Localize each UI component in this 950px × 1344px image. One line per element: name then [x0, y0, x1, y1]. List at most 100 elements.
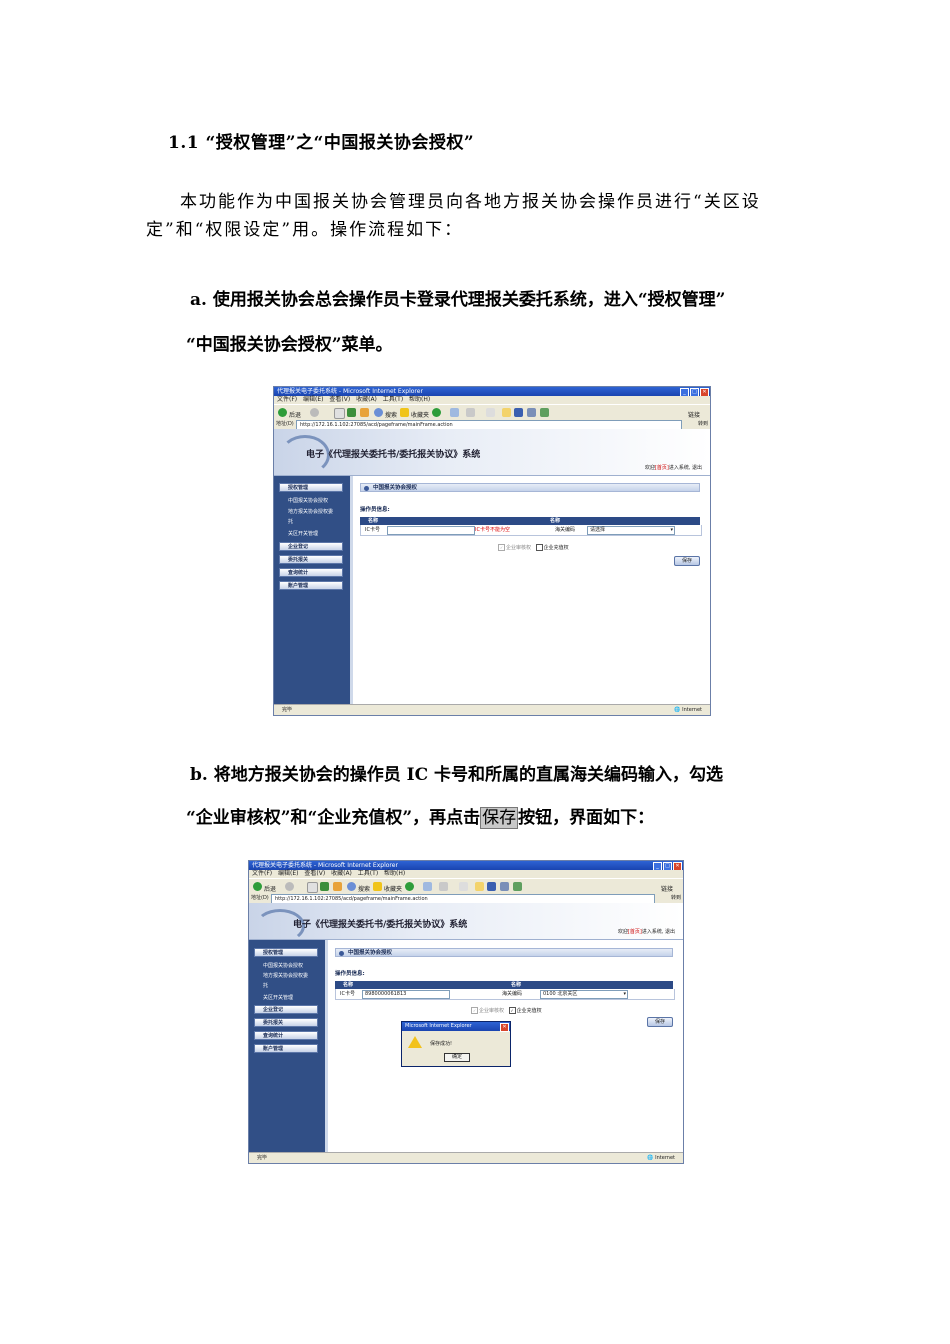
sidebar: 授权管理 中国报关协会授权 地方报关协会授权委 托 关区开关管理 企业登记 委托…	[249, 940, 325, 1153]
dialog-titlebar: Microsoft Internet Explorer ✕	[402, 1022, 510, 1032]
sidebar-item-auth[interactable]: 授权管理	[279, 483, 343, 492]
recharge-label: 企业充值权	[543, 545, 569, 551]
research-icon[interactable]	[527, 408, 536, 417]
enter-exit-link[interactable]: 进入系统, 退出	[669, 465, 702, 471]
audit-checkbox[interactable]: ✓	[498, 544, 505, 551]
col-name-1: 名称	[343, 982, 354, 988]
sidebar: 授权管理 中国报关协会授权 地方报关协会授权委 托 关区开关管理 企业登记 委托…	[274, 476, 350, 705]
stop-icon[interactable]	[334, 408, 345, 419]
back-icon[interactable]	[253, 882, 262, 891]
col-name-2: 名称	[511, 982, 522, 988]
sidebar-item-enterprise[interactable]: 企业登记	[279, 542, 343, 551]
ic-input[interactable]: 8980000061813	[362, 990, 450, 999]
media-icon[interactable]	[405, 882, 414, 891]
sidebar-sub-local[interactable]: 地方报关协会授权委	[263, 972, 308, 979]
links-label[interactable]: 链接	[661, 884, 673, 893]
sidebar-item-enterprise[interactable]: 企业登记	[254, 1005, 318, 1014]
research-icon[interactable]	[500, 882, 509, 891]
internet-zone: 🌐 Internet	[674, 707, 702, 713]
sidebar-item-entrust[interactable]: 委托报关	[279, 555, 343, 564]
folder-icon[interactable]	[502, 408, 511, 417]
audit-label: 企业审核权	[479, 1008, 505, 1014]
sidebar-item-entrust[interactable]: 委托报关	[254, 1018, 318, 1027]
sidebar-sub-zone[interactable]: 关区开关管理	[263, 994, 293, 1001]
sidebar-sub-china[interactable]: 中国报关协会授权	[263, 962, 303, 969]
dialog-ok-button[interactable]: 确定	[444, 1053, 470, 1062]
save-button[interactable]: 保存	[674, 556, 700, 566]
intro-paragraph: 本功能作为中国报关协会管理员向各地方报关协会操作员进行“关区设定”和“权限设定”…	[146, 188, 808, 244]
search-label: 搜索	[385, 412, 398, 419]
favorites-label: 收藏夹	[384, 886, 403, 893]
refresh-icon[interactable]	[320, 882, 329, 891]
home-link[interactable]: [首页]	[655, 465, 669, 471]
screenshot-1: 代理报关电子委托系统 - Microsoft Internet Explorer…	[273, 386, 711, 716]
section-header: 中国报关协会授权	[335, 948, 673, 957]
frame-divider[interactable]	[350, 476, 353, 705]
recharge-checkbox[interactable]: ✓	[508, 1007, 516, 1014]
step-b-line2: “企业审核权”和“企业充值权”，再点击 保存 按钮，界面如下：	[186, 803, 654, 829]
messenger-icon[interactable]	[514, 408, 523, 417]
print-icon[interactable]	[466, 408, 475, 417]
col-name-2: 名称	[550, 518, 561, 524]
ic-input[interactable]	[387, 526, 475, 535]
save-button[interactable]: 保存	[647, 1017, 673, 1027]
tools-icon[interactable]	[513, 882, 522, 891]
system-title: 电子《代理报关委托书/委托报关协议》系统	[306, 450, 481, 460]
ic-label: IC卡号	[340, 991, 355, 997]
window-title: 代理报关电子委托系统 - Microsoft Internet Explorer	[252, 862, 398, 869]
recharge-checkbox[interactable]	[535, 544, 543, 551]
zone-text: Internet	[682, 707, 702, 713]
home-icon[interactable]	[333, 882, 342, 891]
home-link[interactable]: [首页]	[628, 929, 642, 935]
search-icon[interactable]	[374, 408, 383, 417]
messenger-icon[interactable]	[487, 882, 496, 891]
search-icon[interactable]	[347, 882, 356, 891]
sidebar-sub-local-cont: 托	[288, 519, 294, 525]
recharge-label: 企业充值权	[516, 1008, 542, 1014]
chevron-down-icon: ▾	[623, 991, 626, 997]
customs-select[interactable]: 0100 北京关区 ▾	[540, 990, 628, 999]
favorites-icon[interactable]	[400, 408, 409, 417]
forward-icon[interactable]	[310, 408, 319, 417]
sidebar-item-auth[interactable]: 授权管理	[254, 948, 318, 957]
dialog-title: Microsoft Internet Explorer	[405, 1023, 472, 1029]
sidebar-sub-china[interactable]: 中国报关协会授权	[288, 497, 328, 504]
welcome-links[interactable]: 欢迎[首页]进入系统, 退出	[618, 928, 675, 935]
sidebar-item-query[interactable]: 查询统计	[254, 1031, 318, 1040]
table-row: IC卡号 IC卡号不能为空 海关编码 请选择 ▾	[360, 525, 702, 536]
tools-icon[interactable]	[540, 408, 549, 417]
edit-icon[interactable]	[486, 408, 495, 417]
address-label: 地址(D)	[251, 895, 269, 901]
media-icon[interactable]	[432, 408, 441, 417]
print-icon[interactable]	[439, 882, 448, 891]
refresh-icon[interactable]	[347, 408, 356, 417]
links-label[interactable]: 链接	[688, 410, 700, 419]
edit-icon[interactable]	[459, 882, 468, 891]
forward-icon[interactable]	[285, 882, 294, 891]
address-bar: 地址(D) http://172.16.1.102:27085/acd/page…	[274, 419, 710, 430]
back-icon[interactable]	[278, 408, 287, 417]
sidebar-sub-zone[interactable]: 关区开关管理	[288, 530, 318, 537]
sidebar-sub-local[interactable]: 地方报关协会授权委	[288, 508, 333, 515]
menu-bar[interactable]: 文件(F) 编辑(E) 查看(V) 收藏(A) 工具(T) 帮助(H)	[274, 396, 710, 404]
go-button[interactable]: 转到	[698, 420, 708, 428]
favorites-icon[interactable]	[373, 882, 382, 891]
audit-checkbox[interactable]: ✓	[471, 1007, 478, 1014]
customs-select[interactable]: 请选择 ▾	[587, 526, 675, 535]
section-bullet-icon	[364, 486, 369, 491]
sidebar-item-account[interactable]: 账户管理	[254, 1044, 318, 1053]
go-button[interactable]: 转到	[671, 894, 681, 902]
zone-text: Internet	[655, 1155, 675, 1161]
menu-bar[interactable]: 文件(F) 编辑(E) 查看(V) 收藏(A) 工具(T) 帮助(H)	[249, 870, 683, 878]
stop-icon[interactable]	[307, 882, 318, 893]
mail-icon[interactable]	[450, 408, 459, 417]
enter-exit-link[interactable]: 进入系统, 退出	[642, 929, 675, 935]
mail-icon[interactable]	[423, 882, 432, 891]
home-icon[interactable]	[360, 408, 369, 417]
frame-divider[interactable]	[325, 940, 328, 1153]
welcome-links[interactable]: 欢迎[首页]进入系统, 退出	[645, 464, 702, 471]
sidebar-item-query[interactable]: 查询统计	[279, 568, 343, 577]
folder-icon[interactable]	[475, 882, 484, 891]
dialog-close-icon[interactable]: ✕	[500, 1023, 509, 1032]
sidebar-item-account[interactable]: 账户管理	[279, 581, 343, 590]
